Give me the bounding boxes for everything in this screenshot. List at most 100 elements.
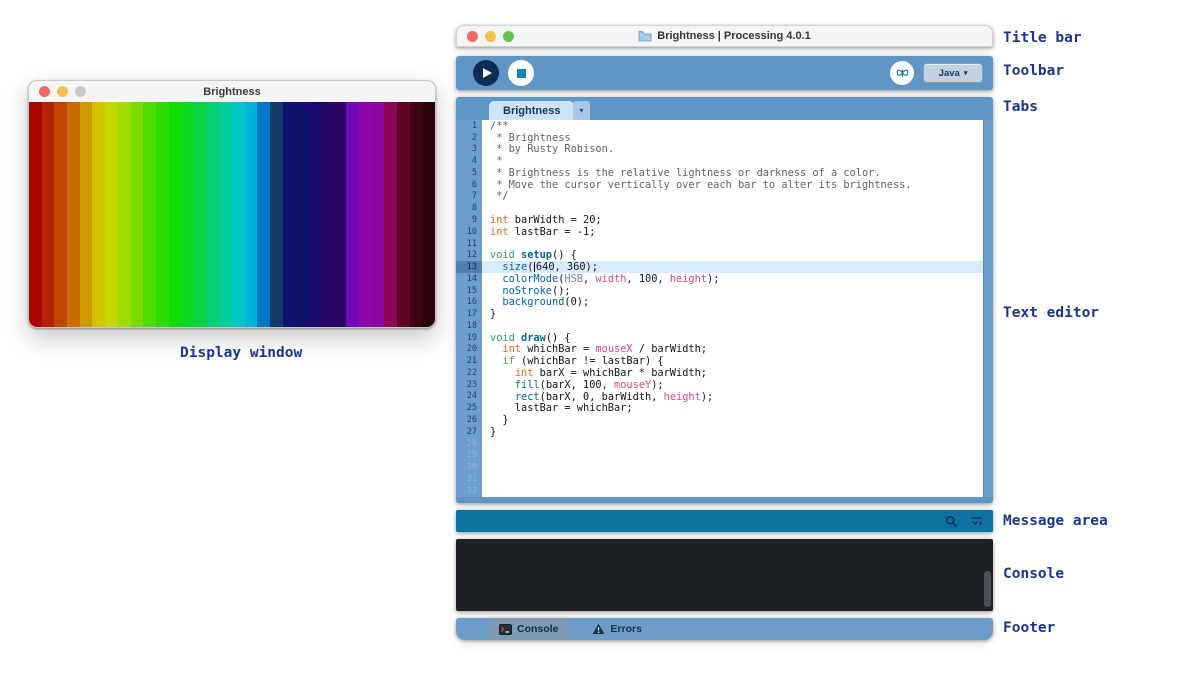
console-collapse-icon[interactable]: [970, 515, 983, 528]
code-line[interactable]: 32: [456, 485, 984, 497]
token-pln: (barX, 100,: [540, 379, 614, 391]
console-scrollbar[interactable]: [984, 571, 991, 607]
code-text: [482, 461, 984, 473]
token-typ: int: [490, 226, 509, 238]
code-line[interactable]: 24 rect(barX, 0, barWidth, height);: [456, 391, 984, 403]
console-panel: [456, 539, 993, 611]
folder-icon: [638, 30, 652, 42]
footer-console-label: Console: [517, 623, 558, 635]
code-line[interactable]: 21 if (whichBar != lastBar) {: [456, 355, 984, 367]
code-line[interactable]: 1/**: [456, 120, 984, 132]
search-icon[interactable]: [945, 515, 958, 528]
hue-bar: [169, 102, 182, 327]
close-icon[interactable]: [467, 31, 478, 42]
code-line[interactable]: 10int lastBar = -1;: [456, 226, 984, 238]
code-line[interactable]: 29: [456, 449, 984, 461]
hue-bar: [156, 102, 169, 327]
run-button[interactable]: [473, 60, 499, 86]
token-pln: [490, 273, 502, 285]
code-line[interactable]: 19void draw() {: [456, 332, 984, 344]
code-line[interactable]: 13 size(640, 360);: [456, 261, 984, 273]
code-line[interactable]: 31: [456, 473, 984, 485]
hue-bar: [346, 102, 359, 327]
close-icon[interactable]: [39, 86, 50, 97]
line-number: 21: [456, 355, 482, 367]
hue-bar: [143, 102, 156, 327]
code-text: void setup() {: [482, 249, 984, 261]
line-number: 27: [456, 426, 482, 438]
code-line[interactable]: 25 lastBar = whichBar;: [456, 402, 984, 414]
minimize-icon[interactable]: [57, 86, 68, 97]
code-line[interactable]: 9int barWidth = 20;: [456, 214, 984, 226]
code-line[interactable]: 7 */: [456, 191, 984, 203]
code-line[interactable]: 18: [456, 320, 984, 332]
minimize-icon[interactable]: [485, 31, 496, 42]
code-line[interactable]: 3 * by Rusty Robison.: [456, 144, 984, 156]
debug-button[interactable]: [890, 61, 914, 85]
chevron-down-icon: ▾: [579, 106, 583, 115]
code-line[interactable]: 5 * Brightness is the relative lightness…: [456, 167, 984, 179]
hue-bar: [283, 102, 296, 327]
code-line[interactable]: 6 * Move the cursor vertically over each…: [456, 179, 984, 191]
footer-tab-console[interactable]: Console: [489, 618, 568, 640]
hue-bar: [219, 102, 232, 327]
hue-bar: [245, 102, 258, 327]
token-pln: }: [490, 308, 496, 320]
code-text: *: [482, 155, 984, 167]
line-number: 18: [456, 320, 482, 332]
code-line[interactable]: 28: [456, 438, 984, 450]
token-pln: 640, 360);: [536, 261, 598, 273]
code-line[interactable]: 17}: [456, 308, 984, 320]
mode-selector[interactable]: Java ▾: [923, 63, 983, 83]
code-line[interactable]: 22 int barX = whichBar * barWidth;: [456, 367, 984, 379]
footer-tab-errors[interactable]: Errors: [592, 623, 642, 635]
line-number: 12: [456, 249, 482, 261]
code-line[interactable]: 2 * Brightness: [456, 132, 984, 144]
code-line[interactable]: 4 *: [456, 155, 984, 167]
tab-brightness[interactable]: Brightness: [489, 101, 574, 120]
code-line[interactable]: 23 fill(barX, 100, mouseY);: [456, 379, 984, 391]
zoom-icon[interactable]: [75, 86, 86, 97]
code-line[interactable]: 8: [456, 202, 984, 214]
hue-bar: [105, 102, 118, 327]
token-pln: }: [490, 426, 496, 438]
text-editor[interactable]: 1/**2 * Brightness3 * by Rusty Robison.4…: [456, 120, 993, 497]
code-line[interactable]: 14 colorMode(HSB, width, 100, height);: [456, 273, 984, 285]
code-line[interactable]: 27}: [456, 426, 984, 438]
stop-button[interactable]: [508, 60, 534, 86]
hue-bar: [118, 102, 131, 327]
token-com: * Brightness: [490, 132, 571, 144]
token-pln: barX = whichBar * barWidth;: [533, 367, 707, 379]
line-number: 1: [456, 120, 482, 132]
code-line[interactable]: 15 noStroke();: [456, 285, 984, 297]
code-text: rect(barX, 0, barWidth, height);: [482, 391, 984, 403]
token-kw: void: [490, 332, 521, 344]
line-number: 15: [456, 285, 482, 297]
token-pln: ();: [552, 285, 571, 297]
editor-scrollbar[interactable]: [983, 120, 993, 497]
hue-bar: [270, 102, 283, 327]
code-line[interactable]: 26 }: [456, 414, 984, 426]
code-line[interactable]: 16 background(0);: [456, 296, 984, 308]
token-com: * by Rusty Robison.: [490, 143, 614, 155]
token-sv: mouseX: [595, 343, 632, 355]
hue-bar: [372, 102, 385, 327]
code-text: int lastBar = -1;: [482, 226, 984, 238]
hue-bar: [67, 102, 80, 327]
token-sv: height: [670, 273, 707, 285]
code-text: }: [482, 426, 984, 438]
label-title-bar: Title bar: [1003, 30, 1082, 46]
hue-bar: [92, 102, 105, 327]
token-pln: [490, 355, 502, 367]
line-number: 16: [456, 296, 482, 308]
display-window: Brightness: [28, 80, 436, 328]
code-text: * Move the cursor vertically over each b…: [482, 179, 984, 191]
code-line[interactable]: 30: [456, 461, 984, 473]
token-kwif: if: [502, 355, 514, 367]
code-line[interactable]: 20 int whichBar = mouseX / barWidth;: [456, 344, 984, 356]
tab-menu-button[interactable]: ▾: [573, 101, 590, 120]
zoom-icon[interactable]: [503, 31, 514, 42]
label-tabs: Tabs: [1003, 99, 1038, 115]
code-line[interactable]: 11: [456, 238, 984, 250]
code-line[interactable]: 12void setup() {: [456, 249, 984, 261]
